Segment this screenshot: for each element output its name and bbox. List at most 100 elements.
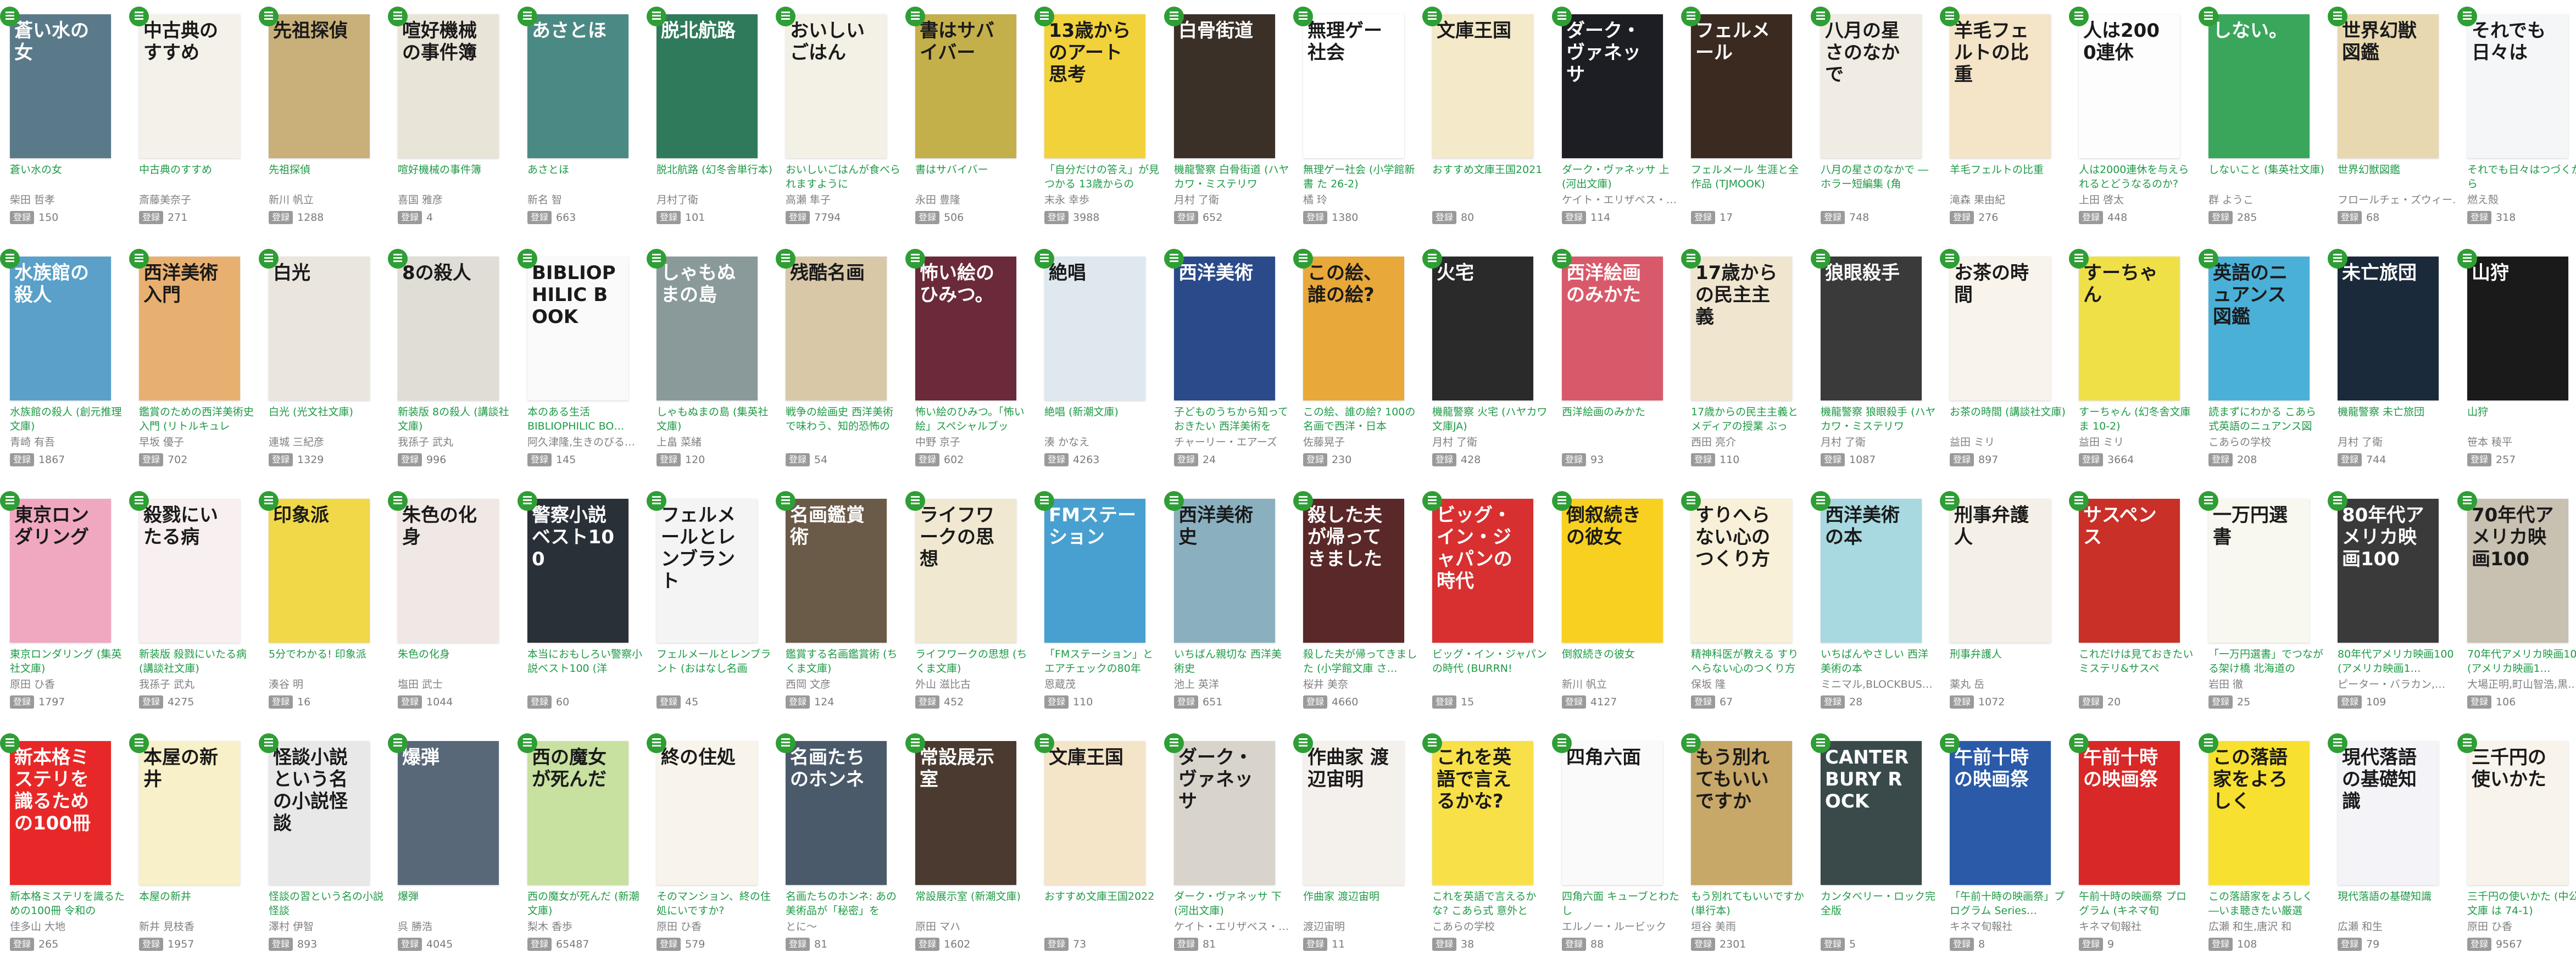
book-card[interactable]: 名画鑑賞術 鑑賞する名画鑑賞術 (ちくま文庫) 西岡 文彦 登録 124 (776, 484, 905, 721)
book-card[interactable]: お茶の時間 お茶の時間 (講談社文庫) 益田 ミリ 登録 897 (1940, 242, 2069, 478)
book-card[interactable]: 本屋の新井 本屋の新井 新井 見枝香 登録 1957 (129, 727, 259, 963)
add-to-shelf-icon[interactable] (129, 733, 149, 753)
book-title-link[interactable]: 70年代アメリカ映画100 (アメリカ映画1… (2467, 647, 2576, 676)
book-card[interactable]: 英語のニュアンス図鑑 読まずにわかる こあら式英語のニュアンス図 こあらの学校 登録 2… (2199, 242, 2328, 478)
add-to-shelf-icon[interactable] (1940, 249, 1960, 269)
book-card[interactable]: 蒼い水の女 蒼い水の女 柴田 哲孝 登録 150 (0, 0, 130, 236)
book-card[interactable]: 常設展示室 常設展示室 (新潮文庫) 原田 マハ 登録 1602 (905, 727, 1035, 963)
book-card[interactable]: 現代落語の基礎知識 現代落語の基礎知識 広瀬 和生 登録 79 (2328, 727, 2457, 963)
book-title-link[interactable]: フェルメールとレンブラント (おはなし名画 (656, 647, 774, 676)
add-to-shelf-icon[interactable] (1164, 7, 1184, 26)
add-to-shelf-icon[interactable] (2457, 733, 2477, 753)
book-cover[interactable]: 怖い絵のひみつ。 (915, 257, 1016, 400)
add-to-shelf-icon[interactable] (776, 249, 795, 269)
book-cover[interactable]: 水族館の殺人 (10, 257, 111, 400)
add-to-shelf-icon[interactable] (905, 249, 925, 269)
book-title-link[interactable]: 「一万円選書」でつながる架け橋 北海道の (2208, 647, 2326, 676)
book-cover[interactable]: しない。 (2208, 14, 2310, 158)
add-to-shelf-icon[interactable] (1552, 249, 1572, 269)
book-title-link[interactable]: 名画たちのホンネ: あの美術品が「秘密」を (786, 889, 903, 918)
book-card[interactable]: CANTERBURY ROCK カンタベリー・ロック完全版 登録 5 (1811, 727, 1940, 963)
book-title-link[interactable]: それでも日々はつづくから (2467, 163, 2576, 191)
book-card[interactable]: 倒叙続きの彼女 倒叙続きの彼女 新川 帆立 登録 4127 (1552, 484, 1682, 721)
book-cover[interactable]: 午前十時の映画祭 (1950, 741, 2051, 885)
add-to-shelf-icon[interactable] (1034, 7, 1054, 26)
book-card[interactable]: おいしいごはん おいしいごはんが食べられますように 高瀬 隼子 登録 7794 (776, 0, 905, 236)
book-title-link[interactable]: いちばん親切な 西洋美術史 (1174, 647, 1292, 676)
book-title-link[interactable]: 西の魔女が死んだ (新潮文庫) (527, 889, 645, 918)
book-cover[interactable]: 書はサバイバー (915, 14, 1016, 158)
add-to-shelf-icon[interactable] (647, 491, 666, 511)
book-cover[interactable]: これを英語で言えるかな? (1432, 741, 1533, 885)
book-title-link[interactable]: 水族館の殺人 (創元推理文庫) (10, 405, 127, 433)
book-card[interactable]: ライフワークの思想 ライフワークの思想 (ちくま文庫) 外山 滋比古 登録 452 (905, 484, 1035, 721)
book-cover[interactable]: 残酷名画 (786, 257, 887, 400)
book-card[interactable]: 四角六面 四角六面 キューブとわたし エルノー・ルービック 登録 88 (1552, 727, 1682, 963)
book-card[interactable]: 狼眼殺手 機龍警察 狼眼殺手 (ハヤカワ・ミステリワ 月村 了衛 登録 1087 (1811, 242, 1940, 478)
book-title-link[interactable]: お茶の時間 (講談社文庫) (1950, 405, 2067, 433)
book-title-link[interactable]: 東京ロンダリング (集英社文庫) (10, 647, 127, 676)
book-title-link[interactable]: おすすめ文庫王国2022 (1044, 889, 1162, 918)
book-card[interactable]: もう別れてもいいですか もう別れてもいいですか (単行本) 垣谷 美雨 登録 2301 (1681, 727, 1811, 963)
book-cover[interactable]: 白光 (269, 257, 370, 400)
book-card[interactable]: 火宅 機龍警察 火宅 (ハヤカワ文庫JA) 月村 了衛 登録 428 (1422, 242, 1552, 478)
add-to-shelf-icon[interactable] (1811, 249, 1831, 269)
add-to-shelf-icon[interactable] (129, 491, 149, 511)
book-card[interactable]: 殺戮にいたる病 新装版 殺戮にいたる病 (講談社文庫) 我孫子 武丸 登録 4275 (129, 484, 259, 721)
book-cover[interactable]: 倒叙続きの彼女 (1562, 499, 1663, 643)
book-cover[interactable]: おいしいごはん (786, 14, 887, 158)
book-title-link[interactable]: 倒叙続きの彼女 (1562, 647, 1679, 676)
add-to-shelf-icon[interactable] (0, 7, 20, 26)
book-cover[interactable]: 喧好機械の事件簿 (398, 14, 499, 158)
book-cover[interactable]: CANTERBURY ROCK (1821, 741, 1922, 885)
book-title-link[interactable]: しゃもぬまの島 (集英社文庫) (656, 405, 774, 433)
add-to-shelf-icon[interactable] (647, 249, 666, 269)
add-to-shelf-icon[interactable] (647, 733, 666, 753)
add-to-shelf-icon[interactable] (2199, 491, 2218, 511)
book-title-link[interactable]: 本屋の新井 (139, 889, 257, 918)
book-card[interactable]: 脱北航路 脱北航路 (幻冬舎単行本) 月村了衛 登録 101 (647, 0, 776, 236)
add-to-shelf-icon[interactable] (1681, 249, 1701, 269)
book-cover[interactable]: フェルメール (1691, 14, 1792, 158)
add-to-shelf-icon[interactable] (2199, 249, 2218, 269)
add-to-shelf-icon[interactable] (0, 249, 20, 269)
book-card[interactable]: すーちゃん すーちゃん (幻冬舎文庫 ま 10-2) 益田 ミリ 登録 3664 (2069, 242, 2199, 478)
book-title-link[interactable]: しないこと (集英社文庫) (2208, 163, 2326, 191)
book-cover[interactable]: 80年代アメリカ映画100 (2338, 499, 2439, 643)
book-cover[interactable]: 西洋美術の本 (1821, 499, 1922, 643)
book-title-link[interactable]: 本当におもしろい警察小説ベスト100 (洋 (527, 647, 645, 676)
book-cover[interactable]: 脱北航路 (656, 14, 758, 158)
book-title-link[interactable]: 機龍警察 白骨街道 (ハヤカワ・ミステリワ (1174, 163, 1292, 191)
add-to-shelf-icon[interactable] (2069, 491, 2089, 511)
book-cover[interactable]: 70年代アメリカ映画100 (2467, 499, 2568, 643)
book-cover[interactable]: 印象派 (269, 499, 370, 643)
book-cover[interactable]: 殺した夫が帰ってきました (1303, 499, 1404, 643)
add-to-shelf-icon[interactable] (518, 491, 537, 511)
book-title-link[interactable]: 戦争の絵画史 西洋美術で味わう、知的恐怖の (786, 405, 903, 433)
book-title-link[interactable]: 新装版 殺戮にいたる病 (講談社文庫) (139, 647, 257, 676)
book-title-link[interactable]: 中古典のすすめ (139, 163, 257, 191)
book-card[interactable]: 13歳からのアート思考 「自分だけの答え」が見つかる 13歳からの 末永 幸歩 登録 3… (1034, 0, 1164, 236)
book-cover[interactable]: ダーク・ヴァネッサ (1174, 741, 1275, 885)
book-card[interactable]: 八月の星さのなかで 八月の星さのなかで ―ホラー短編集 (角 登録 748 (1811, 0, 1940, 236)
book-cover[interactable]: すりへらない心のつくり方 (1691, 499, 1792, 643)
add-to-shelf-icon[interactable] (1034, 491, 1054, 511)
book-cover[interactable]: 朱色の化身 (398, 499, 499, 643)
add-to-shelf-icon[interactable] (1940, 733, 1960, 753)
book-cover[interactable]: ダーク・ヴァネッサ (1562, 14, 1663, 158)
book-title-link[interactable]: 機龍警察 未亡旅団 (2338, 405, 2455, 433)
add-to-shelf-icon[interactable] (776, 491, 795, 511)
add-to-shelf-icon[interactable] (647, 7, 666, 26)
book-cover[interactable]: 絶唱 (1044, 257, 1145, 400)
book-cover[interactable]: 爆弾 (398, 741, 499, 885)
add-to-shelf-icon[interactable] (1164, 491, 1184, 511)
add-to-shelf-icon[interactable] (776, 7, 795, 26)
add-to-shelf-icon[interactable] (1552, 733, 1572, 753)
book-cover[interactable]: しゃもぬまの島 (656, 257, 758, 400)
book-title-link[interactable]: 怖い絵のひみつ。「怖い絵」スペシャルブッ (915, 405, 1033, 433)
book-title-link[interactable]: 「自分だけの答え」が見つかる 13歳からの (1044, 163, 1162, 191)
add-to-shelf-icon[interactable] (1293, 249, 1313, 269)
book-card[interactable]: 西洋絵画のみかた 西洋絵画のみかた 登録 93 (1552, 242, 1682, 478)
book-cover[interactable]: 八月の星さのなかで (1821, 14, 1922, 158)
book-title-link[interactable]: 絶唱 (新潮文庫) (1044, 405, 1162, 433)
